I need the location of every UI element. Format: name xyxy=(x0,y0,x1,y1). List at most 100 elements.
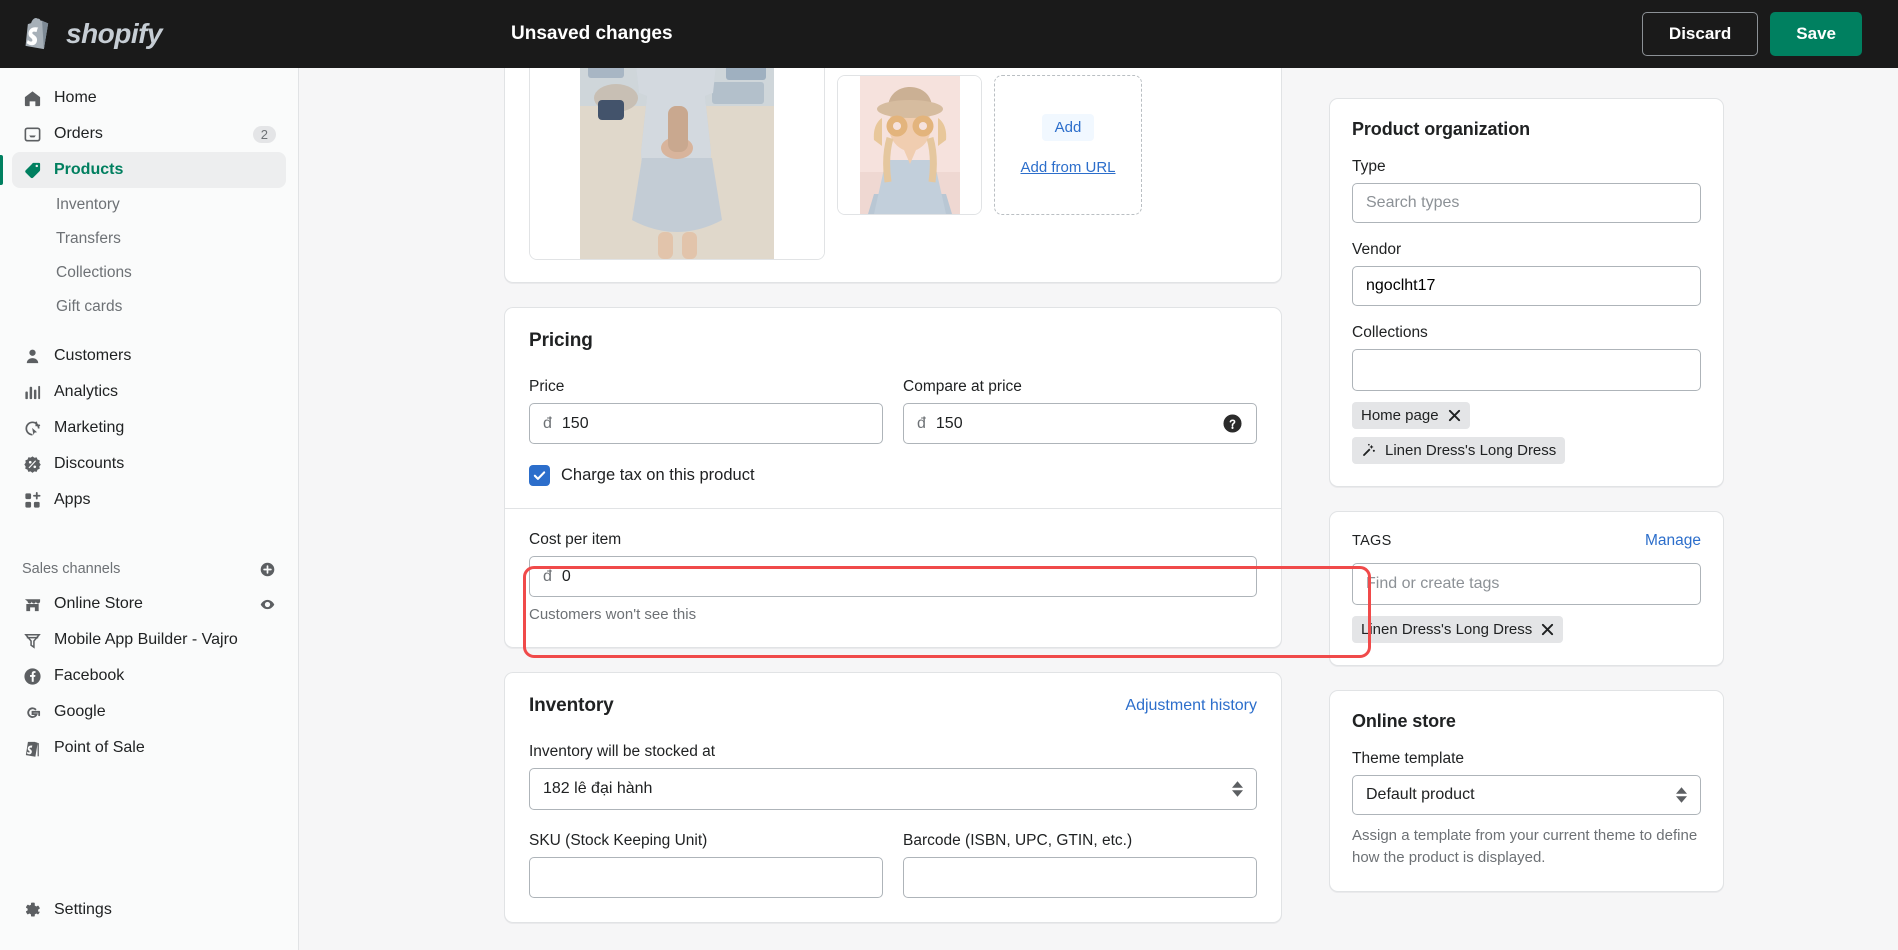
add-media-button[interactable]: Add xyxy=(1041,114,1095,141)
add-media-tile[interactable]: Add Add from URL xyxy=(994,75,1142,215)
sidebar-item-gift-cards[interactable]: Gift cards xyxy=(12,290,286,324)
adjustment-history-link[interactable]: Adjustment history xyxy=(1125,697,1257,715)
primary-column: Add Add from URL Pricing Price đ 150 Com… xyxy=(504,68,1371,947)
sidebar-item-apps[interactable]: Apps xyxy=(12,482,286,518)
tags-card: TAGS Manage Find or create tags Linen Dr… xyxy=(1329,511,1724,666)
sidebar-item-point-of-sale[interactable]: Point of Sale xyxy=(12,730,286,766)
add-sales-channel-icon[interactable] xyxy=(259,561,276,578)
home-icon xyxy=(22,88,42,108)
vendor-input[interactable]: ngoclht17 xyxy=(1352,266,1701,306)
type-placeholder: Search types xyxy=(1366,194,1460,211)
marketing-icon xyxy=(22,418,42,438)
tags-label: TAGS xyxy=(1352,533,1392,549)
chevron-updown-icon xyxy=(1676,787,1687,803)
sidebar-item-label: Products xyxy=(54,161,124,178)
analytics-icon xyxy=(22,382,42,402)
sales-channels-label: Sales channels xyxy=(22,561,121,577)
close-icon[interactable] xyxy=(1448,409,1461,422)
theme-template-select[interactable]: Default product xyxy=(1352,775,1701,815)
tag-chip: Linen Dress's Long Dress xyxy=(1352,616,1564,643)
manage-tags-link[interactable]: Manage xyxy=(1645,532,1701,550)
price-label: Price xyxy=(529,378,565,395)
orders-count-badge: 2 xyxy=(252,125,276,143)
vendor-value: ngoclht17 xyxy=(1366,277,1436,294)
collections-group: Collections Home page Linen Dress's Long… xyxy=(1352,324,1701,464)
barcode-input[interactable] xyxy=(903,857,1257,898)
collections-label: Collections xyxy=(1352,324,1428,341)
close-icon[interactable] xyxy=(1541,623,1554,636)
sales-channels-header: Sales channels xyxy=(12,552,286,586)
product-organization-card: Product organization Type Search types V… xyxy=(1329,98,1724,487)
sidebar-item-transfers[interactable]: Transfers xyxy=(12,222,286,256)
tags-input[interactable]: Find or create tags xyxy=(1352,563,1701,605)
price-fields-row: Price đ 150 Compare at price đ 150 xyxy=(529,378,1257,444)
sidebar-item-label: Marketing xyxy=(54,419,125,436)
vajro-icon xyxy=(22,630,42,650)
sidebar-item-label: Facebook xyxy=(54,667,125,684)
magic-wand-icon xyxy=(1361,443,1376,458)
sidebar-item-online-store[interactable]: Online Store xyxy=(12,586,286,622)
discard-button[interactable]: Discard xyxy=(1641,12,1759,56)
price-input[interactable]: đ 150 xyxy=(529,403,883,444)
cost-per-item-helper: Customers won't see this xyxy=(529,606,697,623)
sidebar-item-google[interactable]: Google xyxy=(12,694,286,730)
charge-tax-row[interactable]: Charge tax on this product xyxy=(529,465,1257,486)
sku-input[interactable] xyxy=(529,857,883,898)
eye-icon[interactable] xyxy=(259,596,276,613)
pos-icon xyxy=(22,738,42,758)
compare-at-price-value: 150 xyxy=(935,414,963,432)
shopify-logo[interactable]: shopify xyxy=(0,0,299,68)
online-store-card: Online store Theme template Default prod… xyxy=(1329,690,1724,892)
main-content: Add Add from URL Pricing Price đ 150 Com… xyxy=(299,68,1898,950)
orders-icon xyxy=(22,124,42,144)
compare-at-price-input[interactable]: đ 150 xyxy=(903,403,1257,444)
save-button[interactable]: Save xyxy=(1770,12,1862,56)
collection-chips: Home page Linen Dress's Long Dress xyxy=(1352,402,1701,464)
help-circle-icon[interactable] xyxy=(1222,413,1243,434)
sidebar-item-discounts[interactable]: Discounts xyxy=(12,446,286,482)
media-thumbnails: Add Add from URL xyxy=(837,68,1142,215)
stocked-at-group: Inventory will be stocked at 182 lê đại … xyxy=(529,743,1257,810)
product-photo-beach-dress xyxy=(530,68,824,259)
vendor-label: Vendor xyxy=(1352,241,1402,258)
chip-label: Linen Dress's Long Dress xyxy=(1385,442,1557,459)
pricing-card-body: Pricing Price đ 150 Compare at price đ 1… xyxy=(505,308,1281,647)
sidebar-item-products[interactable]: Products xyxy=(0,152,286,188)
sidebar-item-facebook[interactable]: Facebook xyxy=(12,658,286,694)
stocked-at-value: 182 lê đại hành xyxy=(543,780,653,797)
sku-label: SKU (Stock Keeping Unit) xyxy=(529,832,708,849)
sidebar-item-home[interactable]: Home xyxy=(12,80,286,116)
sidebar-item-inventory[interactable]: Inventory xyxy=(12,188,286,222)
sidebar-item-marketing[interactable]: Marketing xyxy=(12,410,286,446)
sidebar-item-customers[interactable]: Customers xyxy=(12,338,286,374)
inventory-card: Inventory Adjustment history Inventory w… xyxy=(504,672,1282,923)
cost-per-item-label: Cost per item xyxy=(529,531,622,548)
sidebar-item-settings[interactable]: Settings xyxy=(12,892,287,928)
add-from-url-link[interactable]: Add from URL xyxy=(1020,159,1115,176)
media-card: Add Add from URL xyxy=(504,68,1282,283)
collection-chip-home-page: Home page xyxy=(1352,402,1470,429)
stocked-at-select[interactable]: 182 lê đại hành xyxy=(529,768,1257,810)
collections-input[interactable] xyxy=(1352,349,1701,391)
tags-placeholder: Find or create tags xyxy=(1366,575,1500,592)
sidebar-item-mobile-app-builder[interactable]: Mobile App Builder - Vajro xyxy=(12,622,286,658)
charge-tax-checkbox[interactable] xyxy=(529,465,550,486)
product-image-thumbnail[interactable] xyxy=(837,75,982,215)
store-icon xyxy=(22,594,42,614)
thumbnail-row-bottom: Add Add from URL xyxy=(837,75,1142,215)
theme-template-label: Theme template xyxy=(1352,750,1464,767)
product-image-primary[interactable] xyxy=(529,68,825,260)
cost-per-item-value: 0 xyxy=(561,567,571,585)
sidebar-item-label: Mobile App Builder - Vajro xyxy=(54,631,238,648)
sidebar-item-orders[interactable]: Orders 2 xyxy=(12,116,286,152)
price-value: 150 xyxy=(561,414,589,432)
checkmark-icon xyxy=(533,471,546,480)
chip-label: Linen Dress's Long Dress xyxy=(1361,621,1533,638)
google-icon xyxy=(22,702,42,722)
sidebar-item-label: Discounts xyxy=(54,455,125,472)
sidebar-item-collections[interactable]: Collections xyxy=(12,256,286,290)
type-input[interactable]: Search types xyxy=(1352,183,1701,223)
cost-per-item-input[interactable]: đ 0 xyxy=(529,556,1257,597)
sidebar-item-analytics[interactable]: Analytics xyxy=(12,374,286,410)
charge-tax-label: Charge tax on this product xyxy=(561,466,755,484)
